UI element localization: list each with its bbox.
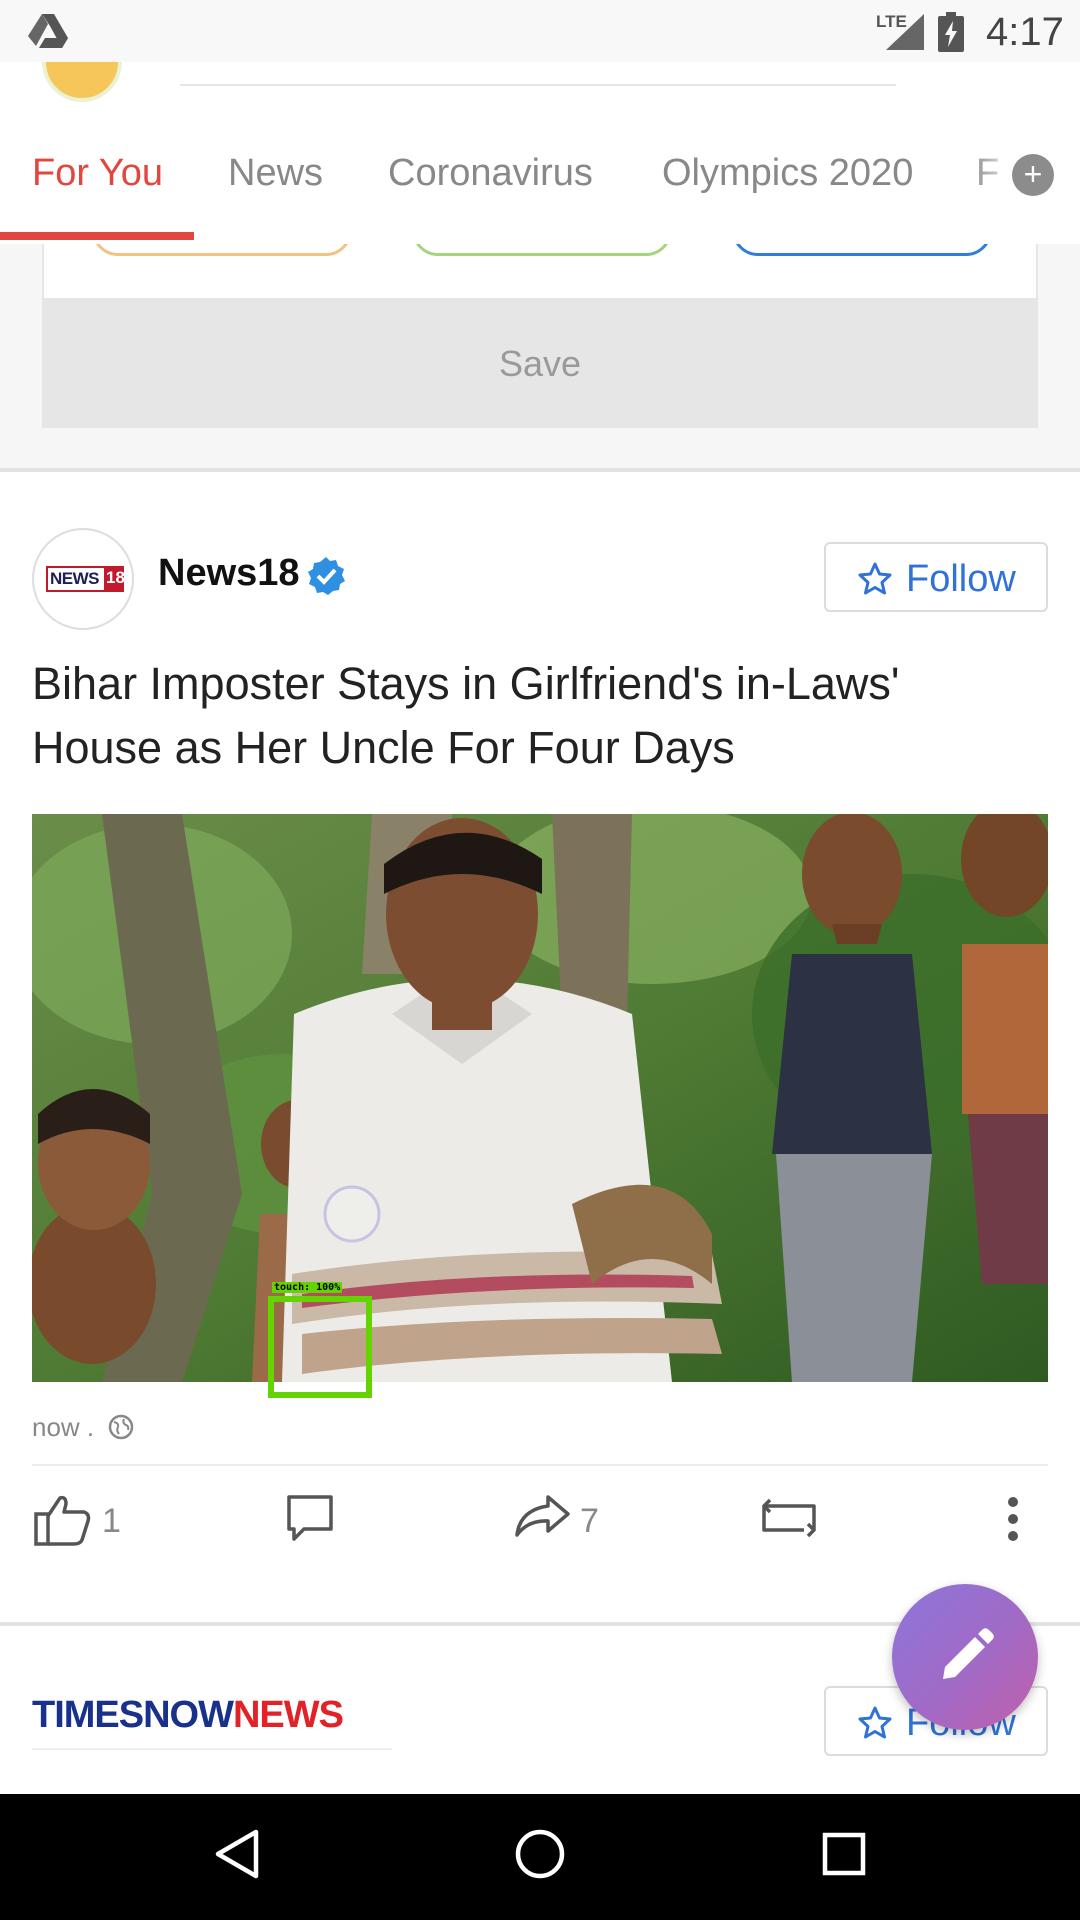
- tab-news[interactable]: News: [228, 152, 323, 195]
- system-nav-bar: [0, 1794, 1080, 1920]
- touch-indicator-box: [268, 1296, 372, 1398]
- post-headline[interactable]: Bihar Imposter Stays in Girlfriend's in-…: [32, 652, 1042, 780]
- app-screen: LTE 4:17 For You News Coronavirus Olympi…: [0, 0, 1080, 1920]
- share-count: 7: [580, 1502, 599, 1540]
- tab-coronavirus[interactable]: Coronavirus: [388, 152, 593, 195]
- interest-pill[interactable]: [92, 244, 352, 256]
- source-name[interactable]: News18: [158, 552, 300, 595]
- user-avatar[interactable]: [42, 62, 122, 102]
- app-header: [0, 62, 1080, 104]
- interests-card: Save: [0, 244, 1080, 470]
- compose-fab[interactable]: [892, 1584, 1038, 1730]
- card-divider: [32, 1464, 1048, 1466]
- interest-pill[interactable]: [412, 244, 672, 256]
- comment-icon: [287, 1495, 333, 1541]
- news18-logo: NEWS 18: [46, 566, 125, 592]
- share-arrow-icon: [515, 1495, 570, 1537]
- touch-indicator-label: touch: 100%: [272, 1282, 343, 1293]
- like-button[interactable]: 1: [34, 1494, 121, 1551]
- tab-olympics-2020[interactable]: Olympics 2020: [662, 152, 913, 195]
- search-bar[interactable]: [180, 84, 896, 86]
- back-icon[interactable]: [214, 1828, 260, 1880]
- interest-pill[interactable]: [732, 244, 992, 256]
- source-avatar[interactable]: NEWS 18: [32, 528, 134, 630]
- post-time: now: [32, 1412, 80, 1442]
- signal-icon: [886, 14, 924, 50]
- star-icon: [858, 562, 892, 595]
- interest-pills-row: [42, 244, 1038, 300]
- more-vert-icon: [1008, 1497, 1018, 1541]
- active-tab-indicator: [0, 232, 194, 240]
- news-post-card[interactable]: NEWS 18 News18 Follow Bihar Imposter Sta…: [0, 472, 1080, 1622]
- tab-bar: For You News Coronavirus Olympics 2020 F…: [0, 104, 1080, 244]
- share-button[interactable]: 7: [514, 1494, 599, 1543]
- home-icon[interactable]: [514, 1828, 566, 1880]
- verified-badge-icon: [308, 557, 345, 595]
- comment-button[interactable]: [286, 1494, 334, 1547]
- timesnow-logo[interactable]: TIMESNOWNEWS: [32, 1694, 392, 1750]
- recents-icon[interactable]: [822, 1832, 866, 1876]
- drive-icon: [28, 14, 68, 48]
- battery-charging-icon: [938, 12, 964, 52]
- repost-button[interactable]: [758, 1494, 822, 1547]
- follow-button[interactable]: Follow: [824, 542, 1048, 612]
- globe-icon: [108, 1414, 134, 1440]
- tab-for-you[interactable]: For You: [32, 152, 163, 195]
- save-button[interactable]: Save: [42, 300, 1038, 428]
- clock: 4:17: [986, 10, 1064, 54]
- status-bar: LTE 4:17: [0, 0, 1080, 62]
- thumbs-up-icon: [34, 1495, 91, 1546]
- follow-label: Follow: [906, 558, 1016, 600]
- post-image[interactable]: [32, 814, 1048, 1382]
- like-count: 1: [102, 1502, 121, 1540]
- add-tab-icon[interactable]: +: [1012, 154, 1054, 196]
- repost-icon: [762, 1498, 816, 1538]
- touch-point-icon: [323, 1185, 381, 1243]
- post-meta: now .: [32, 1412, 134, 1443]
- more-options-button[interactable]: [1006, 1496, 1020, 1547]
- star-icon: [858, 1706, 892, 1739]
- pencil-icon: [943, 1628, 994, 1679]
